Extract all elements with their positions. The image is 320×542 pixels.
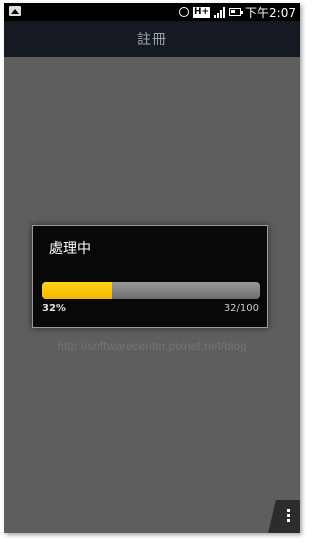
progress-bar-fill <box>42 282 112 299</box>
page-title: 註冊 <box>137 32 167 48</box>
status-bar: H+ 下午2:07 <box>4 3 300 21</box>
title-bar: 註冊 <box>4 21 300 57</box>
progress-dialog: 處理中 32% 32/100 <box>32 225 268 328</box>
network-icon: H+ <box>192 6 211 18</box>
status-clock: 下午2:07 <box>245 5 296 20</box>
more-vert-icon <box>287 509 290 524</box>
status-icons: H+ 下午2:07 <box>178 4 296 20</box>
image-icon <box>9 6 21 16</box>
battery-icon <box>229 8 244 16</box>
progress-count: 32/100 <box>223 303 259 314</box>
dialog-title: 處理中 <box>49 241 91 257</box>
alarm-icon <box>178 7 189 17</box>
overflow-menu-button[interactable] <box>268 500 300 533</box>
progress-bar <box>42 282 260 299</box>
signal-icon <box>214 6 226 18</box>
progress-percent: 32% <box>42 303 66 314</box>
watermark-url: http://softwarecenter.pixnet.net/blog <box>57 339 247 353</box>
phone-screen: H+ 下午2:07 註冊 處理中 32% 32/100 http://softw… <box>4 3 300 533</box>
